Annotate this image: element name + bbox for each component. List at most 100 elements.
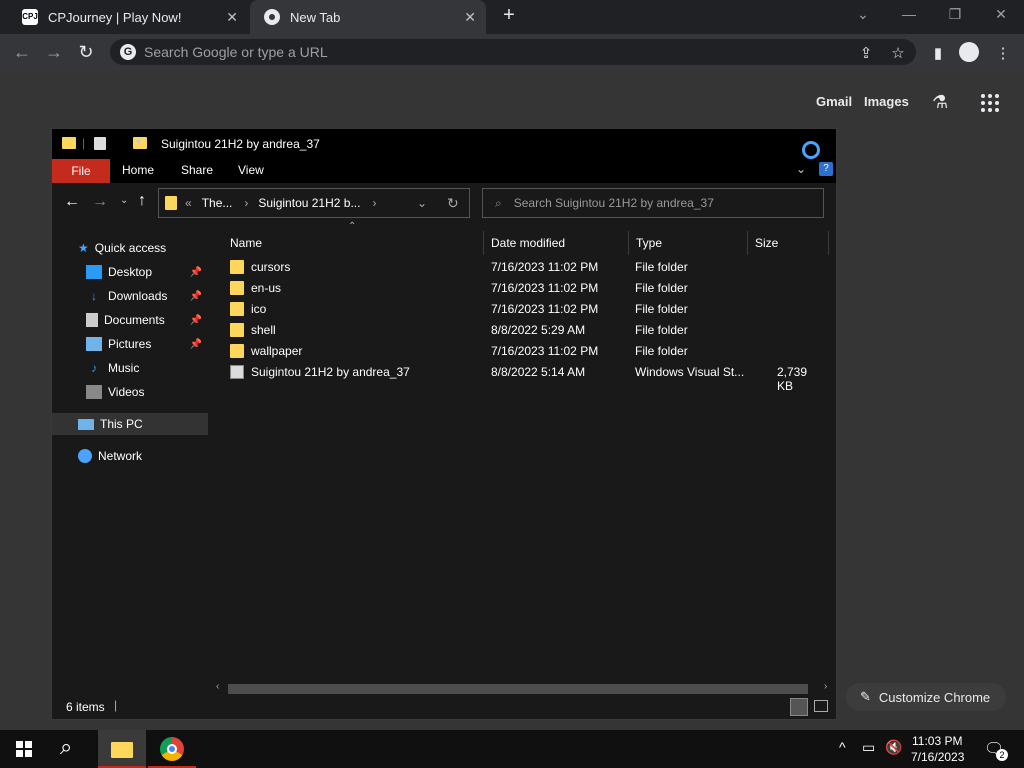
breadcrumb-item[interactable]: The... (202, 196, 233, 210)
address-dropdown-icon[interactable]: ⌄ (417, 196, 427, 210)
taskbar-file-explorer[interactable] (98, 730, 146, 768)
file-row[interactable]: ico 7/16/2023 11:02 PM File folder (220, 299, 820, 320)
scroll-left-icon[interactable]: ‹ (216, 681, 219, 692)
nav-pictures[interactable]: Pictures 📌 (52, 333, 208, 355)
images-link[interactable]: Images (864, 94, 909, 109)
back-icon[interactable]: ← (12, 42, 32, 63)
column-header-date[interactable]: Date modified (485, 231, 629, 255)
back-icon[interactable]: ← (64, 193, 80, 211)
volume-muted-icon[interactable]: 🔇 (885, 739, 902, 756)
refresh-icon[interactable]: ↻ (447, 195, 459, 212)
cortana-icon[interactable] (802, 141, 820, 159)
nav-downloads[interactable]: ↓ Downloads 📌 (52, 285, 208, 307)
scrollbar-thumb[interactable] (228, 684, 808, 694)
search-icon[interactable]: ⌕ (60, 734, 72, 760)
side-panel-icon[interactable]: ▮ (929, 44, 947, 62)
star-icon: ★ (78, 241, 89, 255)
search-placeholder: Search Suigintou 21H2 by andrea_37 (513, 196, 714, 210)
qat-dropdown-icon[interactable]: ▾ (136, 137, 141, 148)
windows-start-icon[interactable] (16, 741, 32, 757)
nav-network[interactable]: Network (52, 445, 208, 467)
chevron-right-icon[interactable]: › (244, 196, 248, 210)
details-view-icon[interactable] (790, 698, 808, 716)
recent-locations-icon[interactable]: ⌄ (120, 195, 128, 206)
up-icon[interactable]: ↑ (138, 192, 146, 210)
file-row[interactable]: en-us 7/16/2023 11:02 PM File folder (220, 278, 820, 299)
google-apps-icon[interactable] (981, 94, 999, 112)
tab-search-icon[interactable]: ⌄ (853, 6, 873, 23)
taskbar: ⌕ ^ ▭ 🔇 11:03 PM 7/16/2023 🗨 2 (0, 730, 1024, 768)
more-menu-icon[interactable]: ⋮ (994, 44, 1012, 62)
pin-icon: 📌 (189, 290, 202, 302)
customize-chrome-button[interactable]: ✎ Customize Chrome (846, 683, 1006, 711)
ribbon-tab-view[interactable]: View (238, 163, 264, 177)
folder-icon (230, 260, 244, 274)
notification-badge: 2 (996, 749, 1008, 761)
nav-desktop[interactable]: Desktop 📌 (52, 261, 208, 283)
chevron-right-icon[interactable]: › (372, 196, 376, 210)
large-icons-view-icon[interactable] (814, 700, 828, 712)
horizontal-scrollbar[interactable]: ‹ › (210, 681, 836, 695)
minimize-button[interactable]: — (899, 6, 919, 22)
network-icon (78, 449, 92, 463)
column-header-name[interactable]: Name (224, 231, 484, 255)
folder-icon (230, 302, 244, 316)
forward-icon[interactable]: → (44, 42, 64, 63)
bookmark-star-icon[interactable]: ☆ (889, 44, 907, 62)
scroll-right-icon[interactable]: › (824, 681, 827, 692)
documents-icon (86, 313, 98, 327)
close-tab-icon[interactable]: ✕ (464, 9, 476, 26)
nav-music[interactable]: ♪ Music (52, 357, 208, 379)
close-window-button[interactable]: ✕ (991, 6, 1011, 23)
expand-ribbon-icon[interactable]: ⌄ (796, 162, 806, 176)
forward-icon[interactable]: → (92, 193, 108, 211)
music-icon: ♪ (91, 361, 97, 375)
file-row[interactable]: shell 8/8/2022 5:29 AM File folder (220, 320, 820, 341)
nav-videos[interactable]: Videos (52, 381, 208, 403)
show-hidden-icons-icon[interactable]: ^ (839, 739, 846, 755)
overflow-chevron[interactable]: « (185, 196, 192, 210)
omnibox-placeholder: Search Google or type a URL (144, 44, 328, 60)
restore-button[interactable]: ❐ (945, 6, 965, 23)
chrome-icon (264, 9, 280, 25)
breadcrumb-item[interactable]: Suigintou 21H2 b... (258, 196, 360, 210)
ribbon-tab-share[interactable]: Share (181, 163, 213, 177)
labs-flask-icon[interactable]: ⚗ (932, 92, 948, 113)
folder-icon (230, 281, 244, 295)
network-icon[interactable]: ▭ (862, 739, 875, 756)
share-icon[interactable]: ⇪ (857, 44, 875, 62)
file-row[interactable]: wallpaper 7/16/2023 11:02 PM File folder (220, 341, 820, 362)
help-icon[interactable]: ? (819, 162, 833, 176)
ribbon-tab-file[interactable]: File (52, 159, 110, 183)
folder-icon (165, 196, 177, 210)
properties-icon[interactable] (94, 137, 106, 150)
new-tab-button[interactable]: + (498, 4, 520, 27)
search-input[interactable]: ⌕ Search Suigintou 21H2 by andrea_37 (482, 188, 824, 218)
item-count: 6 items (66, 700, 105, 714)
reload-icon[interactable]: ↻ (76, 42, 96, 63)
tab-cpjourney[interactable]: CPJ CPJourney | Play Now! ✕ (8, 0, 248, 34)
tab-strip: CPJ CPJourney | Play Now! ✕ New Tab ✕ + … (0, 0, 1024, 34)
tab-new-tab[interactable]: New Tab ✕ (250, 0, 486, 34)
ribbon-tab-home[interactable]: Home (122, 163, 154, 177)
clock-date[interactable]: 7/16/2023 (911, 750, 964, 764)
column-header-size[interactable]: Size (749, 231, 829, 255)
nav-quick-access[interactable]: ★ Quick access (52, 237, 208, 259)
profile-avatar[interactable] (959, 42, 979, 62)
omnibox[interactable]: G Search Google or type a URL (110, 39, 916, 65)
address-bar[interactable]: « The... › Suigintou 21H2 b... › ⌄ ↻ (158, 188, 470, 218)
file-row[interactable]: cursors 7/16/2023 11:02 PM File folder (220, 257, 820, 278)
taskbar-chrome[interactable] (148, 730, 196, 768)
tab-title: New Tab (290, 9, 341, 25)
clock-time[interactable]: 11:03 PM (912, 734, 962, 748)
chrome-icon (160, 737, 184, 761)
column-header-type[interactable]: Type (630, 231, 748, 255)
nav-this-pc[interactable]: This PC (52, 413, 208, 435)
gmail-link[interactable]: Gmail (816, 94, 852, 109)
search-icon: ⌕ (495, 195, 502, 210)
folder-icon (230, 344, 244, 358)
nav-documents[interactable]: Documents 📌 (52, 309, 208, 331)
explorer-titlebar: | ▾ Suigintou 21H2 by andrea_37 (52, 129, 836, 159)
close-tab-icon[interactable]: ✕ (226, 9, 238, 26)
file-row[interactable]: Suigintou 21H2 by andrea_37 8/8/2022 5:1… (220, 362, 820, 393)
